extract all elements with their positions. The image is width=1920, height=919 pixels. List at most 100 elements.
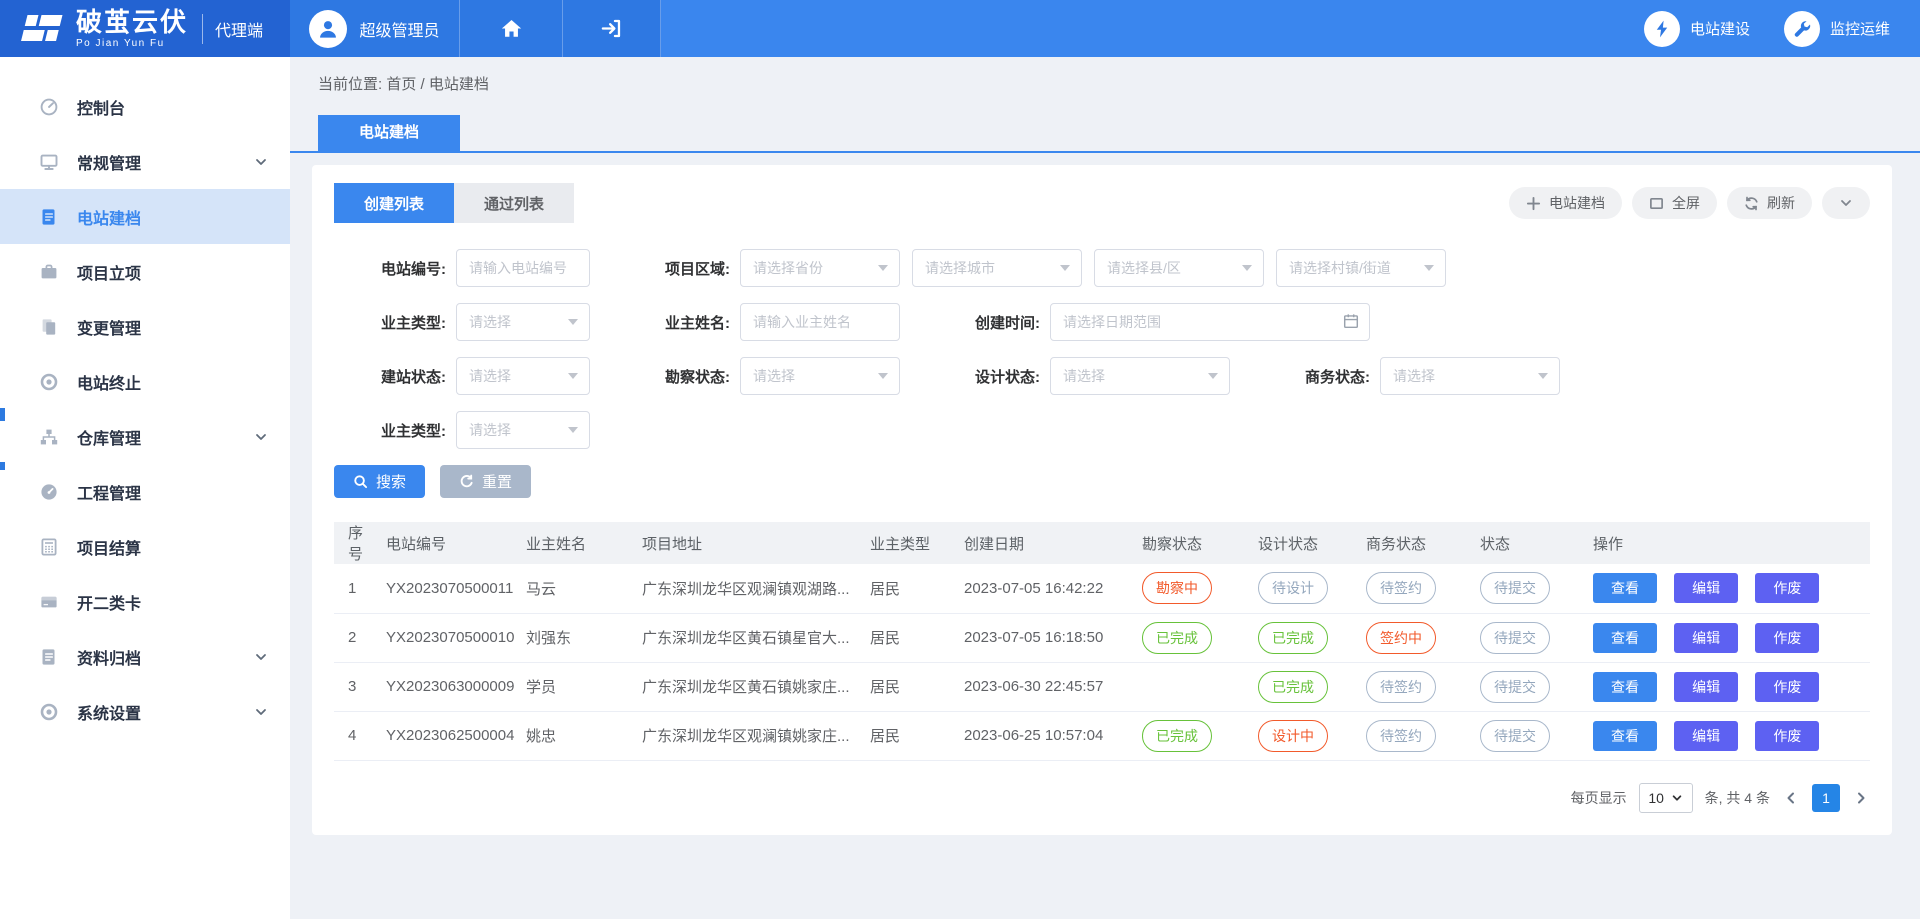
topbar: 破茧云伏 Po Jian Yun Fu 代理端 超级管理员: [0, 0, 1920, 57]
user-name: 超级管理员: [359, 17, 439, 41]
lightning-icon: [1652, 19, 1672, 39]
breadcrumb-path: 首页 / 电站建档: [386, 76, 489, 93]
create-time-label: 创建时间:: [928, 312, 1040, 333]
edit-button[interactable]: 编辑: [1674, 623, 1738, 653]
collapse-button[interactable]: [1822, 187, 1870, 219]
view-button[interactable]: 查看: [1593, 573, 1657, 603]
page-number-active[interactable]: 1: [1812, 784, 1840, 812]
table-row: 1 YX2023070500011 马云 广东深圳龙华区观澜镇观湖路... 居民…: [334, 564, 1870, 613]
sidebar-item-system-settings[interactable]: 系统设置: [0, 684, 290, 739]
owner-type2-select[interactable]: 请选择: [456, 411, 590, 449]
fullscreen-button[interactable]: 全屏: [1632, 187, 1717, 219]
col-no: 序号: [334, 522, 380, 564]
per-page-select[interactable]: 10: [1639, 783, 1693, 813]
void-button[interactable]: 作废: [1755, 573, 1819, 603]
status-badge: 勘察中: [1142, 572, 1212, 604]
search-button[interactable]: 搜索: [334, 465, 425, 498]
sidebar-item-station-terminate[interactable]: 电站终止: [0, 354, 290, 409]
status-badge: 待签约: [1366, 572, 1436, 604]
edit-button[interactable]: 编辑: [1674, 672, 1738, 702]
owner-name-label: 业主姓名:: [618, 312, 730, 333]
create-station-button[interactable]: 电站建档: [1509, 187, 1622, 219]
village-select[interactable]: 请选择村镇/街道: [1276, 249, 1446, 287]
sidebar-item-warehouse-mgmt[interactable]: 仓库管理: [0, 409, 290, 464]
calendar-icon[interactable]: [1342, 312, 1360, 335]
void-button[interactable]: 作废: [1755, 721, 1819, 751]
province-select[interactable]: 请选择省份: [740, 249, 900, 287]
view-button[interactable]: 查看: [1593, 672, 1657, 702]
sidebar-item-general-mgmt[interactable]: 常规管理: [0, 134, 290, 189]
chevron-down-icon: [254, 155, 268, 169]
caret-down-icon: [1060, 265, 1070, 271]
refresh-button[interactable]: 刷新: [1727, 187, 1812, 219]
caret-down-icon: [878, 265, 888, 271]
col-design: 设计状态: [1252, 522, 1360, 564]
brand-subtitle: Po Jian Yun Fu: [76, 39, 188, 49]
owner-name-input[interactable]: [740, 303, 900, 341]
business-status-select[interactable]: 请选择: [1380, 357, 1560, 395]
status-badge: 已完成: [1142, 720, 1212, 752]
brand-title: 破茧云伏: [76, 9, 188, 35]
date-range-input[interactable]: [1050, 303, 1370, 341]
view-button[interactable]: 查看: [1593, 623, 1657, 653]
brand-logo-icon: [20, 9, 64, 49]
user-menu[interactable]: 超级管理员: [290, 0, 460, 57]
sidebar-item-engineering-mgmt[interactable]: 工程管理: [0, 464, 290, 519]
home-button[interactable]: [460, 0, 563, 57]
void-button[interactable]: 作废: [1755, 623, 1819, 653]
sidebar-item-change-mgmt[interactable]: 变更管理: [0, 299, 290, 354]
tab-create-list[interactable]: 创建列表: [334, 183, 454, 223]
design-status-select[interactable]: 请选择: [1050, 357, 1230, 395]
caret-down-icon: [1242, 265, 1252, 271]
plus-icon: [1526, 196, 1541, 211]
target-icon: [38, 372, 60, 392]
sidebar-item-data-archive[interactable]: 资料归档: [0, 629, 290, 684]
status-badge: 待提交: [1480, 622, 1550, 654]
next-page-button[interactable]: [1852, 789, 1870, 807]
col-created: 创建日期: [958, 522, 1136, 564]
sidebar-item-class2-card[interactable]: 开二类卡: [0, 574, 290, 629]
caret-down-icon: [568, 427, 578, 433]
content-card: 创建列表 通过列表 电站建档 全屏: [312, 165, 1892, 835]
owner-type-select[interactable]: 请选择: [456, 303, 590, 341]
nav-station-build[interactable]: 电站建设: [1644, 11, 1750, 47]
status-badge: 已完成: [1258, 671, 1328, 703]
city-select[interactable]: 请选择城市: [912, 249, 1082, 287]
build-status-select[interactable]: 请选择: [456, 357, 590, 395]
void-button[interactable]: 作废: [1755, 672, 1819, 702]
prev-page-button[interactable]: [1782, 789, 1800, 807]
reset-button[interactable]: 重置: [440, 465, 531, 498]
owner-type2-label: 业主类型:: [334, 420, 446, 441]
owner-type-label: 业主类型:: [334, 312, 446, 333]
gauge-icon: [38, 97, 60, 117]
station-code-input[interactable]: [456, 249, 590, 287]
sidebar-item-project-settlement[interactable]: 项目结算: [0, 519, 290, 574]
sidebar-item-dashboard[interactable]: 控制台: [0, 79, 290, 134]
nav-monitor-ops[interactable]: 监控运维: [1784, 11, 1890, 47]
survey-status-select[interactable]: 请选择: [740, 357, 900, 395]
sidebar-scrollbar[interactable]: [0, 408, 5, 421]
edit-button[interactable]: 编辑: [1674, 721, 1738, 751]
tab-passed-list[interactable]: 通过列表: [454, 183, 574, 223]
county-select[interactable]: 请选择县/区: [1094, 249, 1264, 287]
sidebar-item-station-archive[interactable]: 电站建档: [0, 189, 290, 244]
sidebar-item-project-initiation[interactable]: 项目立项: [0, 244, 290, 299]
sitemap-icon: [38, 427, 60, 447]
status-badge: 已完成: [1142, 622, 1212, 654]
caret-down-icon: [1671, 792, 1683, 804]
col-owner: 业主姓名: [520, 522, 636, 564]
col-code: 电站编号: [380, 522, 520, 564]
edit-button[interactable]: 编辑: [1674, 573, 1738, 603]
page-tab-station-archive[interactable]: 电站建档: [318, 115, 460, 151]
home-icon: [500, 17, 523, 40]
business-status-label: 商务状态:: [1258, 366, 1370, 387]
col-actions: 操作: [1587, 522, 1870, 564]
design-status-label: 设计状态:: [928, 366, 1040, 387]
view-button[interactable]: 查看: [1593, 721, 1657, 751]
avatar: [309, 10, 347, 48]
build-status-label: 建站状态:: [334, 366, 446, 387]
user-icon: [316, 17, 340, 41]
sidebar-scrollbar[interactable]: [0, 462, 5, 470]
breadcrumb-prefix: 当前位置:: [318, 76, 382, 93]
logout-button[interactable]: [563, 0, 661, 57]
